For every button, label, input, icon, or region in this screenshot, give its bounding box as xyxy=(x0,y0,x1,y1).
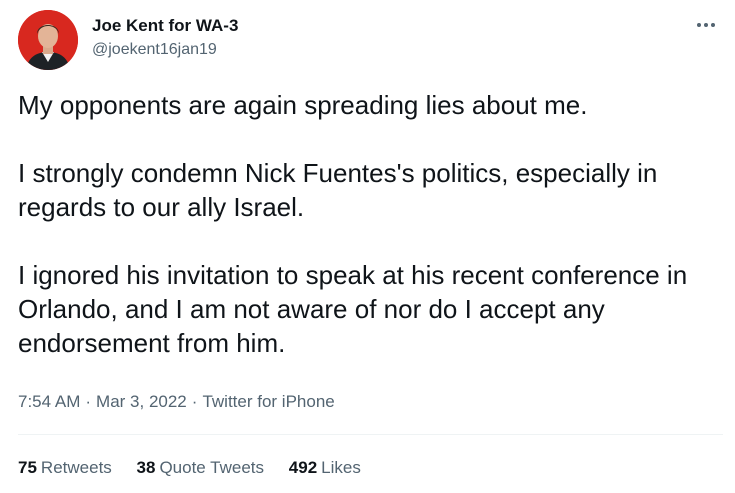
quote-tweets-label: Quote Tweets xyxy=(159,458,265,477)
tweet-paragraph: I ignored his invitation to speak at his… xyxy=(18,260,688,358)
display-name[interactable]: Joe Kent for WA-3 xyxy=(92,15,238,37)
tweet-text: My opponents are again spreading lies ab… xyxy=(18,88,718,360)
author-names: Joe Kent for WA-3 @joekent16jan19 xyxy=(92,15,238,61)
tweet-time[interactable]: 7:54 AM xyxy=(18,392,80,411)
tweet-date[interactable]: Mar 3, 2022 xyxy=(96,392,187,411)
tweet-source[interactable]: Twitter for iPhone xyxy=(202,392,334,411)
likes-label: Likes xyxy=(321,458,361,477)
retweets-stat[interactable]: 75 Retweets xyxy=(18,457,112,479)
more-dot xyxy=(704,23,708,27)
avatar[interactable] xyxy=(18,10,78,70)
author-handle[interactable]: @joekent16jan19 xyxy=(92,39,238,61)
profile-photo-icon xyxy=(18,10,78,70)
meta-separator: · xyxy=(85,392,92,411)
tweet-paragraph: My opponents are again spreading lies ab… xyxy=(18,90,588,120)
tweet-meta: 7:54 AM · Mar 3, 2022 · Twitter for iPhone xyxy=(18,391,335,413)
quote-tweets-count: 38 xyxy=(136,458,156,477)
likes-count: 492 xyxy=(288,458,318,477)
likes-stat[interactable]: 492 Likes xyxy=(289,457,361,479)
retweets-label: Retweets xyxy=(40,458,112,477)
tweet-stats: 75 Retweets 38 Quote Tweets 492 Likes xyxy=(18,457,381,479)
more-dot xyxy=(711,23,715,27)
tweet-header: Joe Kent for WA-3 @joekent16jan19 xyxy=(18,10,723,70)
tweet-card: Joe Kent for WA-3 @joekent16jan19 My opp… xyxy=(0,0,735,493)
more-horizontal-icon xyxy=(697,23,701,27)
meta-separator: · xyxy=(191,392,198,411)
retweets-count: 75 xyxy=(18,458,37,477)
more-options-button[interactable] xyxy=(689,12,723,38)
tweet-paragraph: I strongly condemn Nick Fuentes's politi… xyxy=(18,158,658,222)
quote-tweets-stat[interactable]: 38 Quote Tweets xyxy=(137,457,265,479)
divider xyxy=(18,434,723,435)
